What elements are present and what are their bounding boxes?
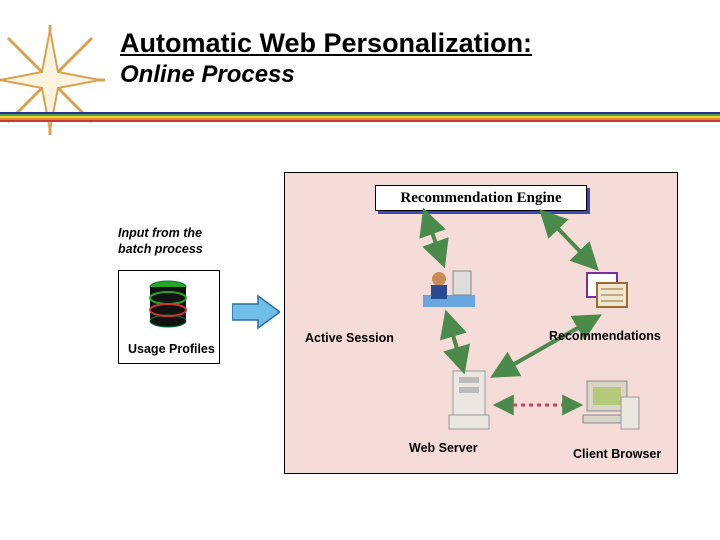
database-icon <box>148 280 188 328</box>
rainbow-divider <box>0 112 720 124</box>
slide-subtitle: Online Process <box>120 61 532 89</box>
flow-arrows <box>285 173 677 473</box>
active-session-label: Active Session <box>305 331 394 345</box>
recommendations-label: Recommendations <box>549 329 661 343</box>
usage-profiles-label: Usage Profiles <box>128 342 215 356</box>
arrow-right-icon <box>232 294 280 330</box>
input-label-line1: Input from the <box>118 226 202 240</box>
input-label-line2: batch process <box>118 242 203 256</box>
slide-title: Automatic Web Personalization: <box>120 28 532 59</box>
client-browser-label: Client Browser <box>573 447 661 461</box>
main-diagram: Recommendation Engine <box>284 172 678 474</box>
web-server-label: Web Server <box>409 441 478 455</box>
